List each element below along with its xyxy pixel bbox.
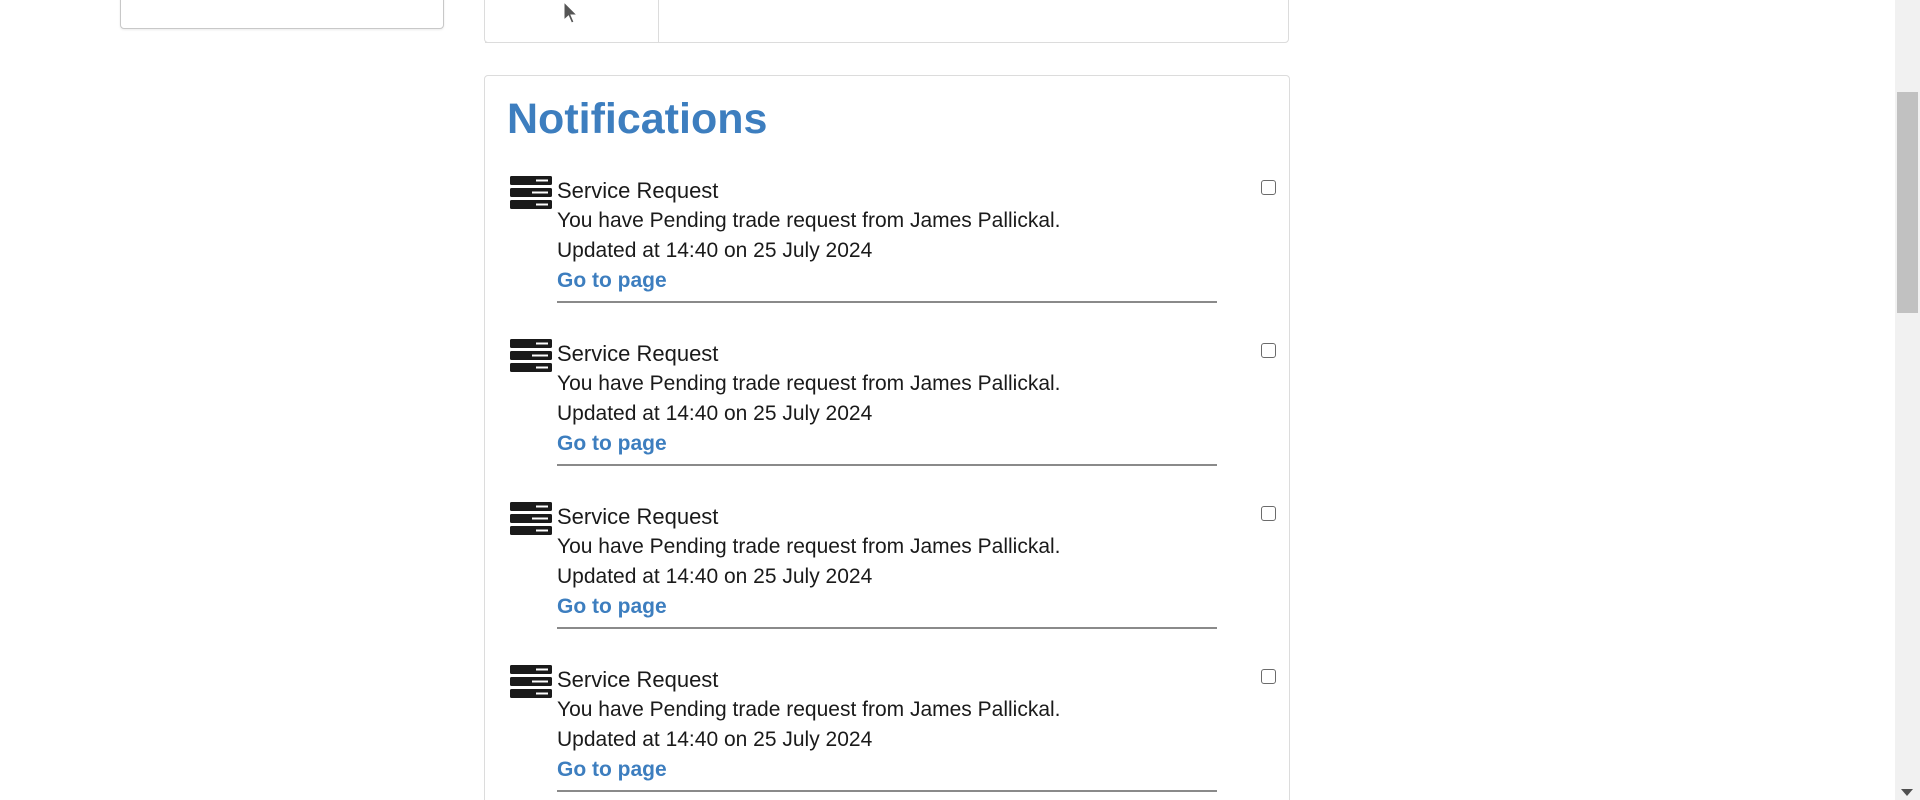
server-icon [510, 502, 552, 535]
notification-message: You have Pending trade request from Jame… [557, 209, 1061, 232]
top-panel-cell[interactable] [485, 0, 659, 43]
scrollbar-thumb[interactable] [1897, 92, 1918, 313]
notifications-panel: Notifications Service Request You have P… [484, 75, 1290, 800]
vertical-scrollbar[interactable] [1895, 0, 1920, 800]
notification-body: Service Request You have Pending trade r… [557, 176, 1061, 296]
divider [557, 790, 1217, 792]
notification-body: Service Request You have Pending trade r… [557, 665, 1061, 785]
notification-body: Service Request You have Pending trade r… [557, 502, 1061, 622]
notification-message: You have Pending trade request from Jame… [557, 535, 1061, 558]
notification-timestamp: Updated at 14:40 on 25 July 2024 [557, 239, 873, 262]
notification-message: You have Pending trade request from Jame… [557, 698, 1061, 721]
notification-timestamp: Updated at 14:40 on 25 July 2024 [557, 402, 873, 425]
server-icon [510, 665, 552, 698]
divider [557, 301, 1217, 303]
sidebar-card [120, 0, 444, 29]
notification-message: You have Pending trade request from Jame… [557, 372, 1061, 395]
notification-title: Service Request [557, 667, 719, 692]
go-to-page-link[interactable]: Go to page [557, 755, 1061, 785]
notification-title: Service Request [557, 178, 719, 203]
page-title: Notifications [507, 95, 768, 143]
notification-item: Service Request You have Pending trade r… [485, 339, 1291, 502]
go-to-page-link[interactable]: Go to page [557, 429, 1061, 459]
notification-timestamp: Updated at 14:40 on 25 July 2024 [557, 565, 873, 588]
notification-item: Service Request You have Pending trade r… [485, 665, 1291, 800]
notification-body: Service Request You have Pending trade r… [557, 339, 1061, 459]
page-viewport: Notifications Service Request You have P… [0, 0, 1920, 800]
mouse-pointer-icon [563, 1, 579, 24]
go-to-page-link[interactable]: Go to page [557, 266, 1061, 296]
notification-title: Service Request [557, 504, 719, 529]
notification-item: Service Request You have Pending trade r… [485, 176, 1291, 339]
notification-title: Service Request [557, 341, 719, 366]
divider [557, 464, 1217, 466]
scroll-down-arrow-icon[interactable] [1901, 789, 1913, 796]
go-to-page-link[interactable]: Go to page [557, 592, 1061, 622]
notification-checkbox[interactable] [1261, 180, 1276, 195]
server-icon [510, 176, 552, 209]
notification-item: Service Request You have Pending trade r… [485, 502, 1291, 665]
notification-checkbox[interactable] [1261, 343, 1276, 358]
notification-timestamp: Updated at 14:40 on 25 July 2024 [557, 728, 873, 751]
server-icon [510, 339, 552, 372]
notification-checkbox[interactable] [1261, 669, 1276, 684]
divider [557, 627, 1217, 629]
top-panel [484, 0, 1289, 43]
notification-checkbox[interactable] [1261, 506, 1276, 521]
